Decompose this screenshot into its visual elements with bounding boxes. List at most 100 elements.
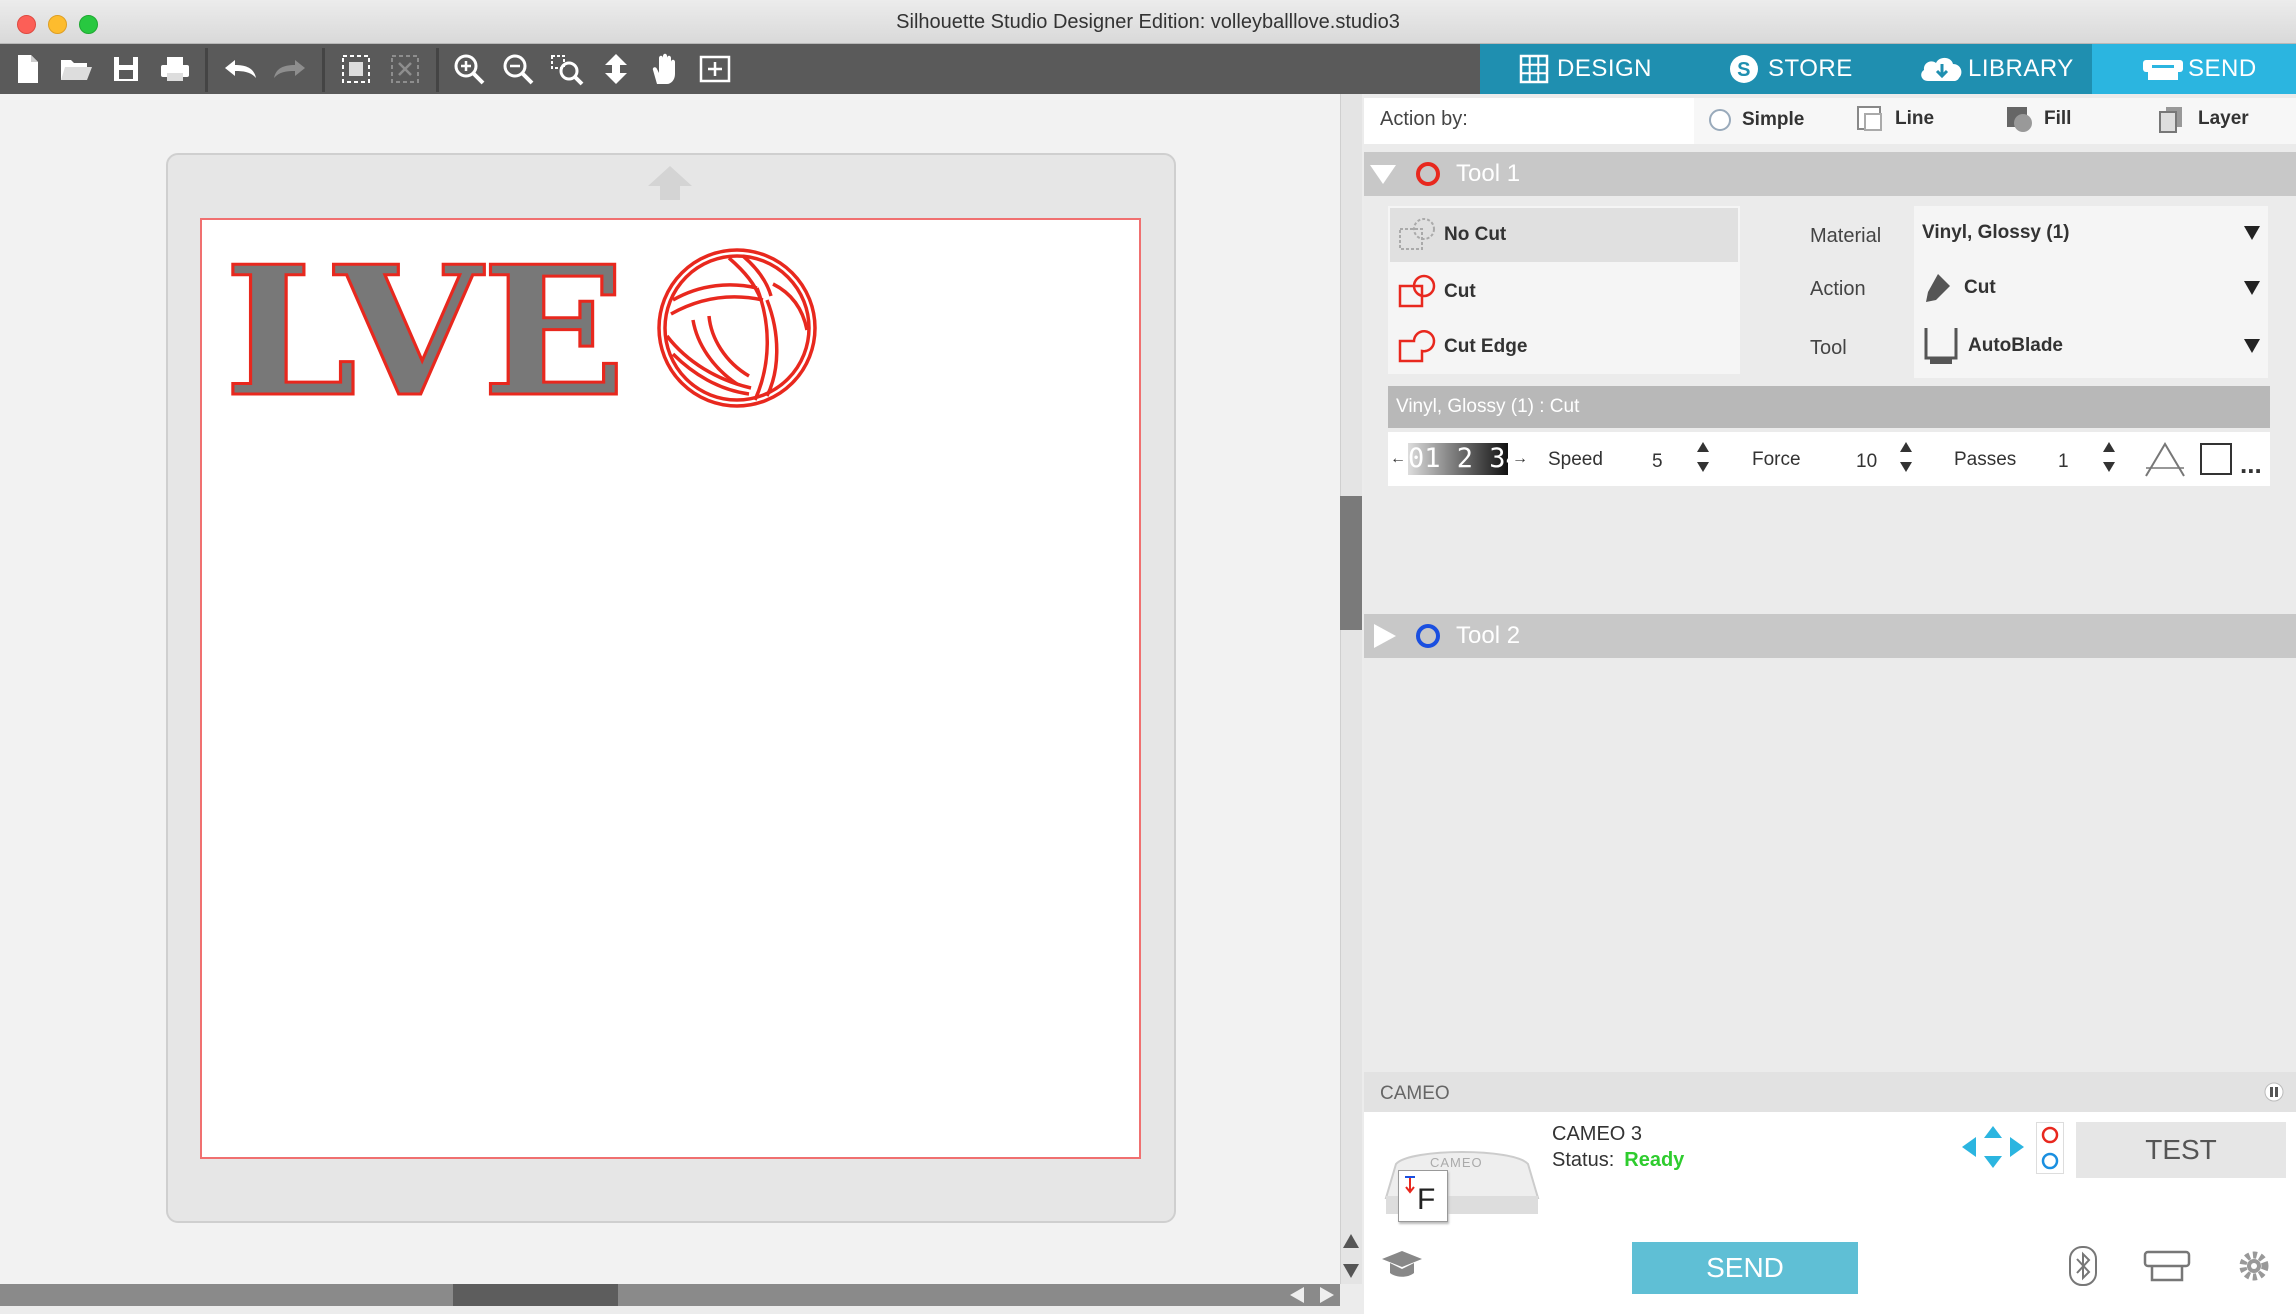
blade-setting-display[interactable]: 01 2 34 bbox=[1408, 443, 1508, 475]
tool1-circle-icon bbox=[1416, 162, 1440, 186]
cut-icon bbox=[1398, 274, 1436, 308]
blade-right-arrow-icon[interactable]: → bbox=[1512, 450, 1528, 468]
save-icon[interactable] bbox=[106, 49, 146, 89]
dropdown-arrow-icon bbox=[2244, 339, 2260, 353]
more-options-ellipsis[interactable]: ... bbox=[2240, 451, 2262, 477]
tab-send[interactable]: SEND bbox=[2140, 44, 2257, 94]
material-label: Material bbox=[1810, 225, 1882, 247]
status-label: Status: bbox=[1552, 1149, 1615, 1171]
action-by-line-label: Line bbox=[1895, 108, 1935, 129]
vertical-scroll-thumb[interactable] bbox=[1340, 496, 1362, 630]
cloud-download-icon bbox=[1921, 57, 1962, 81]
toolbar-separator bbox=[436, 48, 439, 92]
dropdown-arrow-icon bbox=[2244, 226, 2260, 240]
paper-orientation-indicator: F bbox=[1398, 1170, 1448, 1222]
cutter-icon bbox=[2143, 60, 2183, 80]
tutorial-graduation-cap-icon[interactable] bbox=[1380, 1247, 1424, 1288]
tool2-label: Tool 2 bbox=[1456, 622, 1521, 649]
new-file-icon[interactable] bbox=[8, 49, 48, 89]
square-corner-checkbox[interactable] bbox=[2200, 443, 2232, 475]
tab-design[interactable]: DESIGN bbox=[1519, 44, 1652, 94]
scroll-up-down-arrows-icon[interactable] bbox=[1342, 1232, 1360, 1285]
open-folder-icon[interactable] bbox=[56, 49, 96, 89]
tool-dropdown[interactable]: AutoBlade bbox=[1922, 326, 2262, 366]
tool-holder-indicator[interactable] bbox=[2036, 1122, 2064, 1174]
scroll-left-right-arrows-icon[interactable] bbox=[1288, 1286, 1336, 1309]
cut-option-cut[interactable]: Cut bbox=[1390, 265, 1738, 319]
action-by-fill[interactable]: Fill bbox=[2004, 104, 2071, 134]
action-by-simple[interactable]: Simple bbox=[1708, 108, 1804, 132]
test-button-label: TEST bbox=[2145, 1134, 2217, 1165]
zoom-fit-icon[interactable] bbox=[695, 49, 735, 89]
deselect-icon[interactable] bbox=[385, 49, 425, 89]
horizontal-scroll-thumb[interactable] bbox=[453, 1284, 618, 1306]
gear-icon[interactable] bbox=[2236, 1248, 2272, 1289]
bluetooth-icon[interactable] bbox=[2068, 1245, 2098, 1292]
svg-text:S: S bbox=[1737, 59, 1751, 81]
send-button-label: SEND bbox=[1706, 1252, 1784, 1283]
material-value: Vinyl, Glossy (1) bbox=[1922, 222, 2070, 243]
line-mode-icon bbox=[1857, 106, 1882, 131]
pause-icon[interactable] bbox=[2264, 1082, 2284, 1107]
store-s-icon: S bbox=[1730, 55, 1758, 83]
force-value[interactable]: 10 bbox=[1856, 451, 1877, 473]
volleyball-icon[interactable] bbox=[653, 244, 821, 417]
fill-mode-icon bbox=[2007, 107, 2032, 132]
horizontal-scrollbar[interactable] bbox=[0, 1284, 1340, 1306]
action-by-fill-label: Fill bbox=[2044, 108, 2072, 129]
force-stepper[interactable] bbox=[1899, 440, 1913, 479]
action-dropdown[interactable]: Cut bbox=[1922, 272, 2262, 304]
speed-stepper[interactable] bbox=[1696, 440, 1710, 479]
tool-value: AutoBlade bbox=[1968, 335, 2063, 356]
cut-settings-summary: Vinyl, Glossy (1) : Cut bbox=[1388, 386, 2270, 428]
action-by-layer[interactable]: Layer bbox=[2156, 104, 2249, 134]
summary-label: Vinyl, Glossy (1) : Cut bbox=[1396, 396, 1580, 417]
tab-store-label: STORE bbox=[1768, 55, 1853, 82]
line-segment-overcut-icon[interactable] bbox=[2142, 438, 2188, 485]
tab-library[interactable]: LIBRARY bbox=[1918, 44, 2074, 94]
layer-mode-icon bbox=[2159, 107, 2182, 133]
blade-cut-icon bbox=[1926, 274, 1950, 302]
design-text: LVE bbox=[224, 240, 626, 410]
passes-value[interactable]: 1 bbox=[2058, 451, 2069, 473]
action-by-line[interactable]: Line bbox=[1855, 104, 1934, 134]
pan-hand-icon[interactable] bbox=[645, 49, 685, 89]
no-cut-icon bbox=[1399, 218, 1435, 250]
tab-design-label: DESIGN bbox=[1557, 55, 1653, 82]
tab-send-label: SEND bbox=[2188, 55, 2257, 82]
vertical-scrollbar[interactable] bbox=[1340, 94, 1362, 1284]
device-section-header bbox=[1364, 1072, 2296, 1112]
design-text-lve[interactable]: LVE bbox=[218, 226, 638, 438]
action-label: Action bbox=[1810, 278, 1866, 300]
blade-left-arrow-icon[interactable]: ← bbox=[1390, 450, 1406, 468]
tool1-header[interactable]: Tool 1 bbox=[1364, 152, 2296, 196]
select-all-icon[interactable] bbox=[336, 49, 376, 89]
send-button[interactable]: SEND bbox=[1632, 1242, 1858, 1294]
tool2-header[interactable]: Tool 2 bbox=[1364, 614, 2296, 658]
fit-page-icon[interactable] bbox=[596, 49, 636, 89]
material-dropdown[interactable]: Vinyl, Glossy (1) bbox=[1922, 222, 2262, 244]
cut-option-no-cut[interactable]: No Cut bbox=[1390, 208, 1738, 262]
zoom-in-icon[interactable] bbox=[449, 49, 489, 89]
passes-stepper[interactable] bbox=[2102, 440, 2116, 479]
zoom-out-icon[interactable] bbox=[498, 49, 538, 89]
cut-option-cut-edge[interactable]: Cut Edge bbox=[1390, 320, 1738, 374]
print-icon[interactable] bbox=[155, 49, 195, 89]
redo-icon[interactable] bbox=[270, 49, 310, 89]
machine-logo: CAMEO bbox=[1430, 1155, 1483, 1170]
status-value: Ready bbox=[1624, 1149, 1685, 1171]
grid-icon bbox=[1519, 54, 1549, 84]
tool1-label: Tool 1 bbox=[1456, 160, 1521, 187]
move-arrows-icon[interactable] bbox=[1960, 1124, 2026, 1175]
cut-edge-label: Cut Edge bbox=[1444, 336, 1528, 357]
tab-store[interactable]: S STORE bbox=[1728, 44, 1853, 94]
action-value: Cut bbox=[1964, 277, 1996, 298]
window-title: Silhouette Studio Designer Edition: voll… bbox=[896, 11, 1400, 33]
device-name: CAMEO 3 bbox=[1552, 1123, 1643, 1145]
zoom-select-icon[interactable] bbox=[547, 49, 587, 89]
undo-icon[interactable] bbox=[220, 49, 260, 89]
machine-settings-icon[interactable] bbox=[2142, 1248, 2192, 1289]
speed-value[interactable]: 5 bbox=[1652, 451, 1663, 473]
speed-label: Speed bbox=[1548, 449, 1603, 470]
test-button[interactable]: TEST bbox=[2076, 1122, 2286, 1178]
